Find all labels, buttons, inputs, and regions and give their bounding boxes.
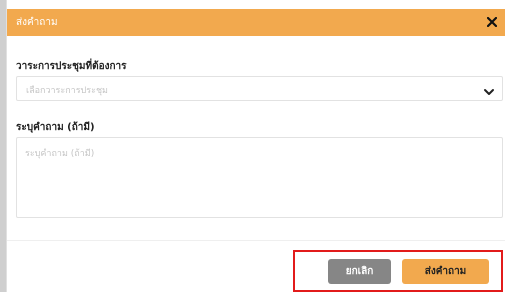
ask-question-modal: ส่งคำถาม วาระการประชุมที่ต้องการ เลือกวา… <box>6 0 505 292</box>
footer-divider <box>7 240 505 241</box>
cancel-button[interactable]: ยกเลิก <box>328 259 391 284</box>
question-label: ระบุคำถาม (ถ้ามี) <box>16 122 95 133</box>
agenda-label: วาระการประชุมที่ต้องการ <box>16 61 127 72</box>
modal-header: ส่งคำถาม <box>7 9 505 36</box>
chevron-down-icon <box>483 83 495 95</box>
modal-title: ส่งคำถาม <box>16 17 58 28</box>
question-textarea-placeholder: ระบุคำถาม (ถ้ามี) <box>25 149 95 159</box>
agenda-select[interactable]: เลือกวาระการประชุม <box>16 76 503 101</box>
question-textarea[interactable]: ระบุคำถาม (ถ้ามี) <box>16 137 503 218</box>
agenda-select-placeholder: เลือกวาระการประชุม <box>26 86 108 96</box>
close-icon[interactable] <box>484 13 500 31</box>
submit-question-button[interactable]: ส่งคำถาม <box>402 259 489 284</box>
